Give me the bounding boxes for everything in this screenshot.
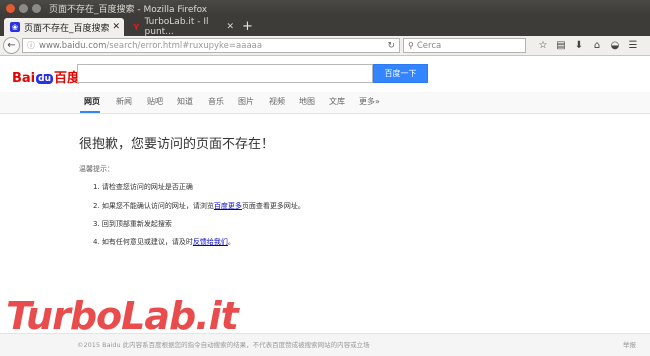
suggestion-item: 4. 如有任何意见或建议，请及时反馈给我们。 [93,237,235,247]
window-close-button[interactable] [6,3,15,13]
new-tab-button[interactable]: + [242,19,253,34]
baidu-more-link[interactable]: 百度更多 [214,202,242,210]
window-minimize-button[interactable] [19,3,28,13]
download-icon[interactable]: ⬇ [570,40,588,51]
baidu-logo[interactable]: Bai du 百度 [12,67,80,86]
nav-item-news[interactable]: 新闻 [116,96,132,107]
nav-item-video[interactable]: 视频 [269,96,285,107]
tab-label: TurboLab.it - Il punt... [144,17,209,37]
window-titlebar: 页面不存在_百度搜索 - Mozilla Firefox [0,0,650,16]
bookmark-star-icon[interactable]: ☆ [534,40,552,51]
turbolab-watermark: TurboLab.it [6,294,239,338]
page-footer: ©2015 Baidu 此内容系百度根据您的指令自动搜索的结果，不代表百度赞成被… [0,333,650,356]
suggestion-text: 页面查看更多网址。 [241,202,305,210]
browser-search-input[interactable]: ⚲ Cerca [403,38,526,53]
suggestion-text: 2. 如果您不能确认访问的网址，请浏览 [93,202,214,210]
nav-item-music[interactable]: 音乐 [208,96,224,107]
logo-du: du [36,74,53,84]
tab-bar: ❀ 页面不存在_百度搜索 ✕ Y TurboLab.it - Il punt..… [0,16,650,37]
window-title: 页面不存在_百度搜索 - Mozilla Firefox [49,4,208,15]
footer-copyright: ©2015 Baidu 此内容系百度根据您的指令自动搜索的结果，不代表百度赞成被… [77,341,370,349]
baidu-nav-strip: 网页 新闻 贴吧 知道 音乐 图片 视频 地图 文库 更多» [0,92,650,114]
hamburger-menu-icon[interactable]: ☰ [624,40,642,51]
suggestion-item: 3. 回到顶部重新发起搜索 [93,220,172,228]
active-nav-underline [80,111,100,113]
url-path: /search/error.html#ruxupyke=aaaaa [106,40,263,51]
suggestion-item: 2. 如果您不能确认访问的网址，请浏览百度更多页面查看更多网址。 [93,201,305,211]
suggestion-item: 1. 请检查您访问的网址是否正确 [93,183,193,191]
search-icon: ⚲ [408,41,414,50]
suggestion-text: 4. 如有任何意见或建议，请及时 [93,238,193,246]
nav-item-wenku[interactable]: 文库 [329,96,345,107]
feedback-link[interactable]: 反馈给我们 [193,238,228,246]
suggestion-text: 。 [227,238,235,246]
url-bar[interactable]: ⓘ www.baidu.com /search/error.html#ruxup… [22,38,400,53]
navigation-toolbar: ← ⓘ www.baidu.com /search/error.html#rux… [0,36,650,56]
nav-item-web[interactable]: 网页 [84,96,100,107]
baidu-search-input[interactable] [77,64,373,83]
url-host: www.baidu.com [39,40,107,51]
nav-item-zhidao[interactable]: 知道 [177,96,193,107]
nav-item-tieba[interactable]: 贴吧 [147,96,163,107]
reload-icon[interactable]: ↻ [387,41,395,51]
window-maximize-button[interactable] [32,3,41,13]
back-button[interactable]: ← [3,37,20,54]
close-tab-icon[interactable]: ✕ [112,22,120,32]
turbolab-icon: Y [133,22,140,32]
baidu-paw-icon: ❀ [10,22,20,32]
nav-item-more[interactable]: 更多» [359,96,380,107]
hint-label: 温馨提示： [79,165,114,173]
tab-baidu[interactable]: ❀ 页面不存在_百度搜索 ✕ [4,18,124,36]
close-tab-icon[interactable]: ✕ [226,22,234,32]
tab-turbolab[interactable]: Y TurboLab.it - Il punt... ✕ [126,17,238,37]
logo-bai: Bai [12,71,36,86]
tab-label: 页面不存在_百度搜索 [24,23,110,34]
nav-item-images[interactable]: 图片 [238,96,254,107]
baidu-search-button[interactable]: 百度一下 [373,64,428,83]
home-icon[interactable]: ⌂ [588,40,606,51]
pocket-icon[interactable]: ◒ [606,40,624,51]
search-placeholder: Cerca [416,40,442,51]
nav-item-maps[interactable]: 地图 [299,96,315,107]
report-link[interactable]: 举报 [623,339,636,349]
arrow-left-icon: ← [7,40,16,51]
clipboard-icon[interactable]: ▤ [552,40,570,51]
info-icon[interactable]: ⓘ [27,40,35,51]
error-heading: 很抱歉，您要访问的页面不存在！ [79,137,275,152]
